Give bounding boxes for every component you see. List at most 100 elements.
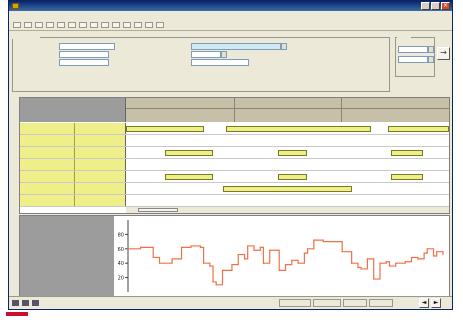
resource-row[interactable] xyxy=(20,159,449,171)
data-point xyxy=(423,252,425,254)
toolbar-button[interactable] xyxy=(134,22,142,28)
combo-dropdown-button[interactable] xyxy=(281,43,287,50)
resource-row[interactable] xyxy=(20,135,449,147)
data-point xyxy=(140,246,142,248)
text-field[interactable] xyxy=(59,59,109,66)
resource-name-cell[interactable] xyxy=(20,183,75,194)
resource-header xyxy=(20,98,126,122)
toolbar-button[interactable] xyxy=(123,22,131,28)
toolbar-button[interactable] xyxy=(145,22,153,28)
resource-type-cell[interactable] xyxy=(75,123,126,134)
toolbar-button[interactable] xyxy=(79,22,87,28)
date-to-field[interactable] xyxy=(398,56,428,63)
data-point xyxy=(190,245,192,247)
minimize-button[interactable] xyxy=(421,2,430,10)
data-point xyxy=(243,258,246,260)
status-segment xyxy=(369,299,393,307)
toolbar-button[interactable] xyxy=(46,22,54,28)
data-point xyxy=(373,278,375,280)
data-point xyxy=(199,246,202,248)
resource-type-cell[interactable] xyxy=(75,159,126,170)
toolbar-button[interactable] xyxy=(156,22,164,28)
gantt-bar[interactable] xyxy=(222,186,353,192)
gantt-bar[interactable] xyxy=(226,126,372,132)
toolbar-button[interactable] xyxy=(68,22,76,28)
resource-type-cell[interactable] xyxy=(75,183,126,194)
toolbar-button[interactable] xyxy=(13,22,21,28)
field-label xyxy=(15,60,45,66)
date-from-field[interactable] xyxy=(398,46,428,53)
text-field[interactable] xyxy=(59,51,109,58)
maximize-button[interactable] xyxy=(431,2,440,10)
toolbar-button[interactable] xyxy=(35,22,43,28)
data-point xyxy=(278,269,280,271)
data-point xyxy=(237,253,239,256)
resource-type-cell[interactable] xyxy=(75,195,126,206)
scrollbar-thumb[interactable] xyxy=(138,208,178,212)
resource-type-cell[interactable] xyxy=(75,171,126,182)
period-divider xyxy=(233,98,235,122)
gantt-bar[interactable] xyxy=(164,174,214,180)
combo-dropdown-button[interactable] xyxy=(221,51,227,58)
date-legend xyxy=(397,33,411,39)
gantt-bar[interactable] xyxy=(164,150,214,156)
resource-type-cell[interactable] xyxy=(75,135,126,146)
horizontal-scrollbar[interactable] xyxy=(126,206,449,213)
calendar-icon[interactable] xyxy=(428,56,434,63)
data-point xyxy=(303,252,305,254)
combo-field[interactable] xyxy=(191,43,281,50)
period-row xyxy=(126,98,449,109)
resource-name-cell[interactable] xyxy=(20,171,75,182)
resource-row[interactable] xyxy=(20,147,449,159)
gantt-bar[interactable] xyxy=(126,126,204,132)
resource-name-cell[interactable] xyxy=(20,159,75,170)
toolbar-button[interactable] xyxy=(112,22,120,28)
combo-field[interactable] xyxy=(191,51,221,58)
resource-name-cell[interactable] xyxy=(20,135,75,146)
load-series-line xyxy=(128,239,444,286)
calendar-icon[interactable] xyxy=(428,46,434,53)
data-point xyxy=(341,251,343,253)
data-point xyxy=(253,249,255,251)
toolbar-button[interactable] xyxy=(24,22,32,28)
data-point xyxy=(231,264,233,266)
resource-name-cell[interactable] xyxy=(20,123,75,134)
nav-next-button[interactable]: ► xyxy=(431,298,441,308)
status-icon xyxy=(12,300,19,306)
data-point xyxy=(291,259,293,261)
nav-prev-button[interactable]: ◄ xyxy=(419,298,429,308)
gantt-bar[interactable] xyxy=(390,174,424,180)
chart-label-column xyxy=(20,216,114,296)
resource-type-cell[interactable] xyxy=(75,147,126,158)
main-window: × → 20 40 60 80 ◄ ► xyxy=(8,0,453,310)
goto-button[interactable]: → xyxy=(437,47,450,60)
data-point xyxy=(313,239,315,241)
field-label xyxy=(15,52,45,58)
resource-name-cell[interactable] xyxy=(20,195,75,206)
data-point xyxy=(366,258,368,260)
field-label xyxy=(153,44,183,50)
load-chart-panel: 20 40 60 80 xyxy=(19,215,450,297)
data-point xyxy=(247,245,249,247)
percent-value xyxy=(115,60,127,66)
data-point xyxy=(212,281,214,283)
period-divider xyxy=(341,98,343,122)
resource-row[interactable] xyxy=(20,195,449,207)
gantt-bar[interactable] xyxy=(277,174,307,180)
load-line-chart: 20 40 60 80 xyxy=(118,220,444,292)
text-field[interactable] xyxy=(59,43,115,50)
filter-legend xyxy=(12,33,40,39)
toolbar-button[interactable] xyxy=(57,22,65,28)
data-point xyxy=(436,251,438,253)
brand-mark xyxy=(6,312,28,316)
toolbar-button[interactable] xyxy=(90,22,98,28)
resource-row[interactable] xyxy=(20,171,449,183)
toolbar-button[interactable] xyxy=(101,22,109,28)
gantt-bar[interactable] xyxy=(390,150,424,156)
resource-name-cell[interactable] xyxy=(20,147,75,158)
status-segment xyxy=(343,299,367,307)
gantt-bar[interactable] xyxy=(387,126,449,132)
close-button[interactable]: × xyxy=(441,2,450,10)
gantt-bar[interactable] xyxy=(277,150,307,156)
text-field[interactable] xyxy=(191,59,249,66)
